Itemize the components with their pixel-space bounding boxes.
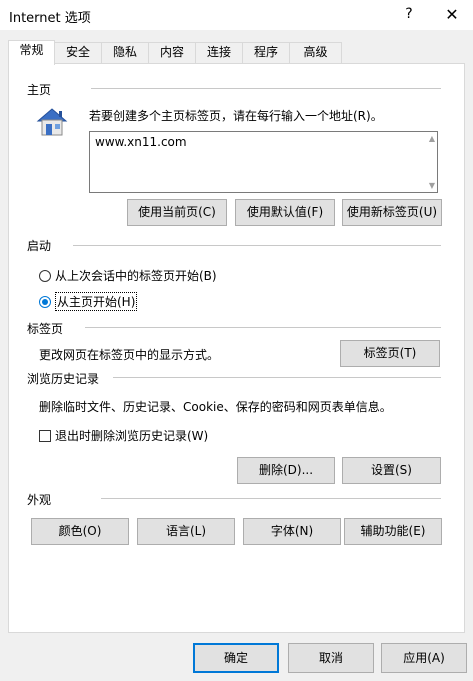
- tab-connections[interactable]: 连接: [195, 42, 243, 63]
- homepage-url-text: www.xn11.com: [95, 135, 187, 149]
- appearance-section-title: 外观: [27, 493, 52, 507]
- delete-history-button[interactable]: 删除(D)...: [237, 457, 335, 484]
- cancel-button[interactable]: 取消: [288, 643, 374, 673]
- history-divider: [113, 377, 441, 378]
- ok-button[interactable]: 确定: [193, 643, 279, 673]
- delete-on-exit-label: 退出时删除浏览历史记录(W): [55, 429, 209, 443]
- use-current-button[interactable]: 使用当前页(C): [127, 199, 227, 226]
- textarea-scrollbar[interactable]: ▲ ▼: [423, 132, 437, 192]
- homepage-section-title: 主页: [27, 83, 52, 97]
- scroll-down-icon[interactable]: ▼: [429, 181, 435, 190]
- last-session-radio[interactable]: [39, 269, 51, 282]
- tabs-divider: [85, 327, 441, 328]
- accessibility-button[interactable]: 辅助功能(E): [344, 518, 442, 545]
- last-session-label: 从上次会话中的标签页开始(B): [55, 269, 217, 283]
- window-title: Internet 选项: [9, 11, 91, 26]
- homepage-radio[interactable]: [39, 295, 51, 308]
- languages-button[interactable]: 语言(L): [137, 518, 235, 545]
- apply-button[interactable]: 应用(A): [381, 643, 467, 673]
- history-section-title: 浏览历史记录: [27, 372, 100, 386]
- startup-section-title: 启动: [27, 239, 52, 253]
- tabs-section-title: 标签页: [27, 322, 64, 336]
- appearance-divider: [101, 498, 441, 499]
- homepage-urls-textarea[interactable]: www.xn11.com ▲ ▼: [89, 131, 438, 193]
- help-button[interactable]: ?: [399, 4, 419, 24]
- delete-on-exit-checkbox[interactable]: [39, 429, 51, 442]
- tab-general[interactable]: 常规: [8, 40, 55, 65]
- fonts-button[interactable]: 字体(N): [243, 518, 341, 545]
- title-bar: Internet 选项 ? ✕: [0, 0, 473, 30]
- tabs-description: 更改网页在标签页中的显示方式。: [39, 348, 220, 362]
- use-new-tab-button[interactable]: 使用新标签页(U): [342, 199, 442, 226]
- tab-programs[interactable]: 程序: [242, 42, 290, 63]
- tabs-button[interactable]: 标签页(T): [340, 340, 440, 367]
- startup-divider: [73, 245, 441, 246]
- tab-security[interactable]: 安全: [54, 42, 102, 63]
- homepage-label: 从主页开始(H): [55, 292, 138, 311]
- startup-last-session-option[interactable]: 从上次会话中的标签页开始(B): [39, 267, 217, 284]
- tab-advanced[interactable]: 高级: [289, 42, 342, 63]
- home-icon: [36, 108, 68, 136]
- tab-content[interactable]: 内容: [148, 42, 196, 63]
- homepage-instruction: 若要创建多个主页标签页，请在每行输入一个地址(R)。: [89, 109, 383, 123]
- use-default-button[interactable]: 使用默认值(F): [235, 199, 335, 226]
- history-description: 删除临时文件、历史记录、Cookie、保存的密码和网页表单信息。: [39, 400, 392, 414]
- delete-history-on-exit-option[interactable]: 退出时删除浏览历史记录(W): [39, 427, 208, 444]
- history-settings-button[interactable]: 设置(S): [342, 457, 441, 484]
- close-button[interactable]: ✕: [440, 4, 464, 26]
- colors-button[interactable]: 颜色(O): [31, 518, 129, 545]
- homepage-divider: [91, 88, 441, 89]
- scroll-up-icon[interactable]: ▲: [429, 134, 435, 143]
- startup-homepage-option[interactable]: 从主页开始(H): [39, 292, 138, 311]
- general-panel: 主页 若要创建多个主页标签页，请在每行输入一个地址(R)。 www.xn11.c…: [8, 63, 465, 633]
- tab-privacy[interactable]: 隐私: [101, 42, 149, 63]
